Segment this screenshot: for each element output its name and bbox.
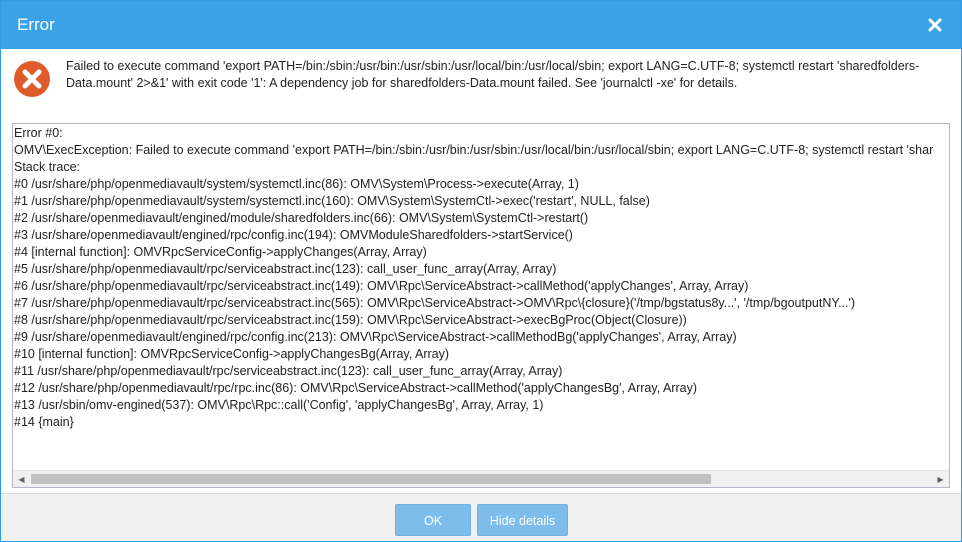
scroll-left-icon[interactable]: ◀ — [13, 471, 30, 487]
error-x-icon — [13, 60, 51, 98]
details-line: #0 /usr/share/php/openmediavault/system/… — [14, 177, 579, 191]
details-line: #10 [internal function]: OMVRpcServiceCo… — [14, 347, 450, 361]
details-line: #8 /usr/share/php/openmediavault/rpc/ser… — [14, 313, 687, 327]
error-message: Failed to execute command 'export PATH=/… — [66, 59, 920, 90]
details-line: #11 /usr/share/php/openmediavault/rpc/se… — [14, 364, 563, 378]
details-line: #2 /usr/share/openmediavault/engined/mod… — [14, 211, 589, 225]
details-line: #1 /usr/share/php/openmediavault/system/… — [14, 194, 650, 208]
details-line: #6 /usr/share/php/openmediavault/rpc/ser… — [14, 279, 749, 293]
details-line: #7 /usr/share/php/openmediavault/rpc/ser… — [14, 296, 856, 310]
scroll-right-icon[interactable]: ▶ — [932, 471, 949, 487]
details-line: #5 /usr/share/php/openmediavault/rpc/ser… — [14, 262, 557, 276]
close-icon[interactable] — [927, 17, 943, 33]
dialog-footer: OK Hide details — [1, 493, 961, 541]
error-details-panel[interactable]: Error #0: OMV\ExecException: Failed to ex… — [12, 123, 950, 488]
details-line: #12 /usr/share/php/openmediavault/rpc/rp… — [14, 381, 697, 395]
dialog-titlebar[interactable]: Error — [1, 1, 961, 49]
error-dialog: Error Failed to execute command 'export … — [0, 0, 962, 542]
details-line: #3 /usr/share/openmediavault/engined/rpc… — [14, 228, 573, 242]
details-line: #4 [internal function]: OMVRpcServiceCon… — [14, 245, 427, 259]
details-line: OMV\ExecException: Failed to execute com… — [14, 143, 934, 157]
error-details-text: Error #0: OMV\ExecException: Failed to ex… — [13, 125, 934, 468]
dialog-body: Failed to execute command 'export PATH=/… — [1, 49, 961, 493]
dialog-title: Error — [17, 15, 55, 34]
details-line: #13 /usr/sbin/omv-engined(537): OMV\Rpc\… — [14, 398, 544, 412]
ok-button[interactable]: OK — [395, 504, 471, 536]
scrollbar-thumb[interactable] — [31, 474, 711, 484]
details-line: Error #0: — [14, 126, 63, 140]
details-line: #14 {main} — [14, 415, 74, 429]
hide-details-button[interactable]: Hide details — [477, 504, 568, 536]
details-line: Stack trace: — [14, 160, 80, 174]
details-line: #9 /usr/share/openmediavault/engined/rpc… — [14, 330, 737, 344]
horizontal-scrollbar[interactable]: ◀ ▶ — [13, 470, 949, 487]
